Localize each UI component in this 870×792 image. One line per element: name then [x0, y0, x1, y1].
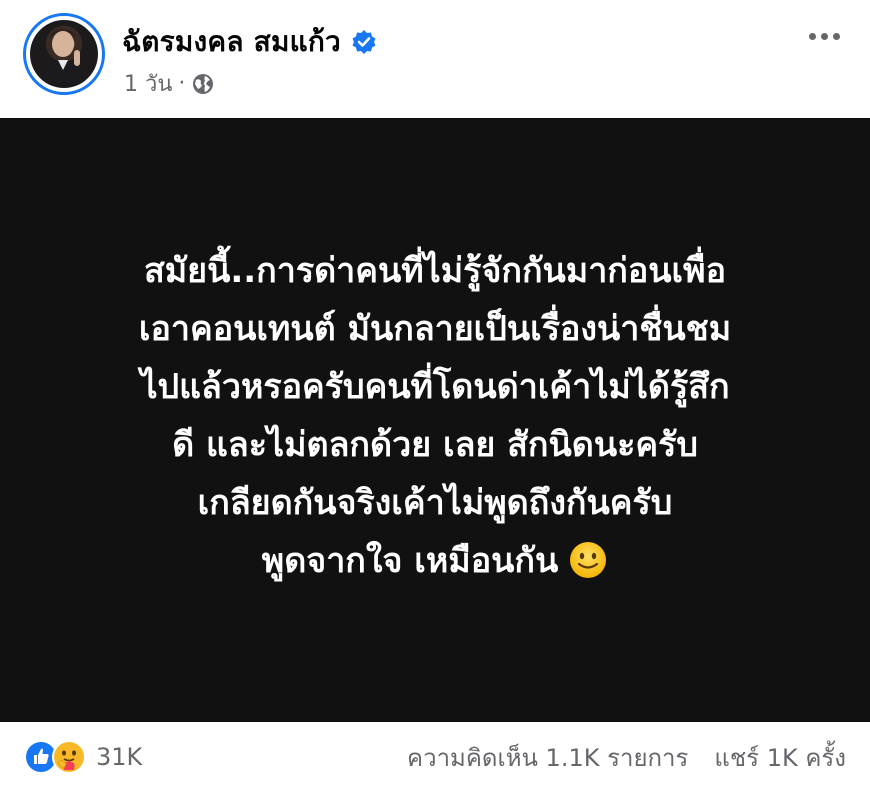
profile-photo — [30, 20, 98, 88]
care-icon — [52, 740, 86, 774]
reaction-count: 31K — [96, 743, 143, 771]
post-text-last-line: พูดจากใจ เหมือนกัน — [40, 532, 830, 590]
reaction-summary[interactable]: 31K — [24, 740, 142, 774]
dot-icon — [832, 32, 840, 40]
post-text: สมัยนี้..การด่าคนที่ไม่รู้จักกันมาก่อนเพ… — [40, 242, 830, 590]
dot-icon — [808, 32, 816, 40]
shares-count-link[interactable]: แชร์ 1K ครั้ง — [714, 738, 846, 777]
slightly-smiling-face-icon — [568, 540, 608, 580]
post-text-line: เกลียดกันจริงเค้าไม่พูดถึงกันครับ — [197, 483, 673, 523]
post-time[interactable]: 1 วัน — [124, 66, 172, 101]
post-image[interactable]: สมัยนี้..การด่าคนที่ไม่รู้จักกันมาก่อนเพ… — [0, 118, 870, 722]
engagement-stats: ความคิดเห็น 1.1K รายการ แชร์ 1K ครั้ง — [407, 738, 846, 777]
post-meta: 1 วัน · — [124, 66, 215, 101]
meta-separator: · — [178, 71, 186, 96]
post-footer: 31K ความคิดเห็น 1.1K รายการ แชร์ 1K ครั้… — [0, 722, 870, 792]
globe-icon[interactable] — [191, 72, 215, 96]
post-text-line: ไปแล้วหรอครับคนที่โดนด่าเค้าไม่ได้รู้สึก — [140, 367, 730, 407]
reaction-icons — [24, 740, 88, 774]
dot-icon — [820, 32, 828, 40]
post-text-line: สมัยนี้..การด่าคนที่ไม่รู้จักกันมาก่อนเพ… — [144, 251, 726, 291]
author-row: ฉัตรมงคล สมแก้ว — [122, 22, 377, 62]
post-text-line: เอาคอนเทนต์ มันกลายเป็นเรื่องน่าชื่นชม — [138, 309, 732, 349]
post-header: ฉัตรมงคล สมแก้ว 1 วัน · — [0, 0, 870, 118]
verified-badge-icon — [351, 29, 377, 55]
post-text-line: พูดจากใจ เหมือนกัน — [261, 541, 559, 581]
author-name[interactable]: ฉัตรมงคล สมแก้ว — [122, 20, 341, 64]
post-text-line: ดี และไม่ตลกด้วย เลย สักนิดนะครับ — [172, 425, 698, 465]
avatar[interactable] — [23, 13, 105, 95]
comments-count-link[interactable]: ความคิดเห็น 1.1K รายการ — [407, 738, 688, 777]
facebook-post: ฉัตรมงคล สมแก้ว 1 วัน · สมัยนี้..การด่าค… — [0, 0, 870, 792]
more-options-button[interactable] — [802, 20, 846, 52]
